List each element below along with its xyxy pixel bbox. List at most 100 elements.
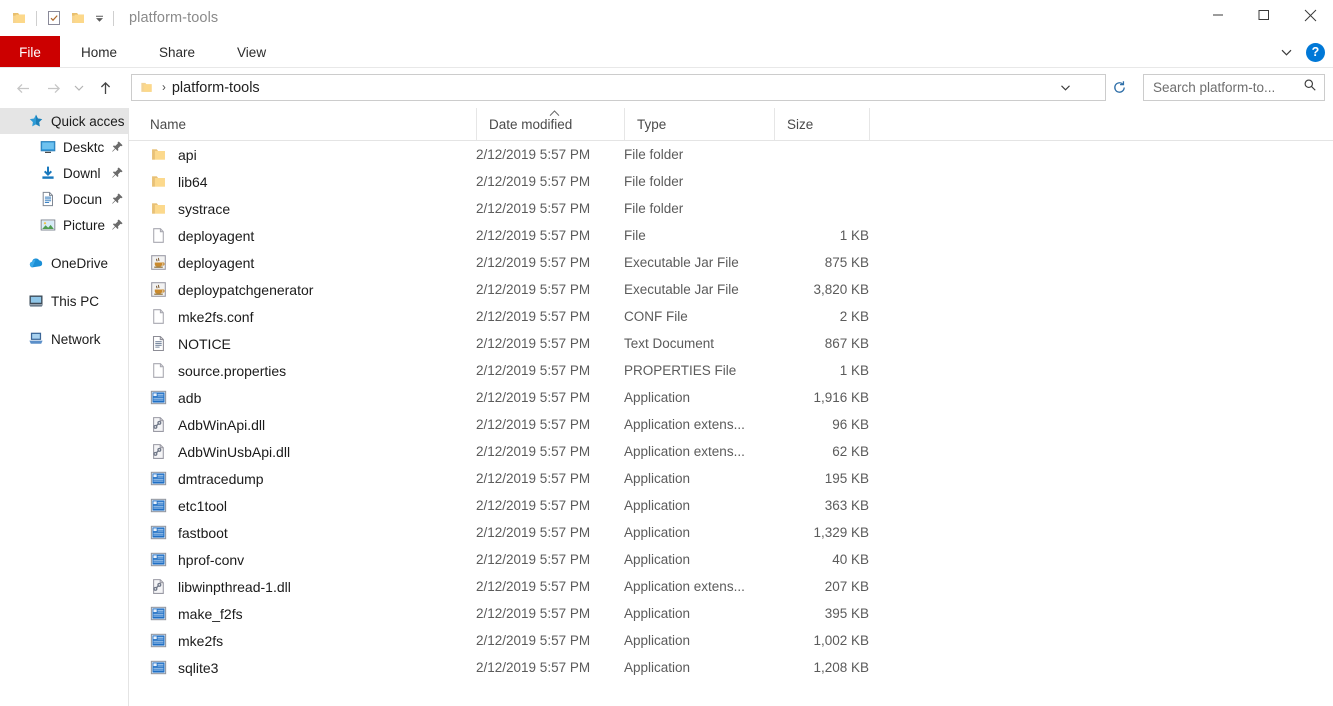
downloads-icon: [40, 165, 56, 181]
cell-name[interactable]: systrace: [150, 200, 230, 217]
table-row[interactable]: AdbWinApi.dll2/12/2019 5:57 PMApplicatio…: [129, 411, 1333, 438]
file-name: etc1tool: [178, 498, 227, 514]
cell-name[interactable]: lib64: [150, 173, 208, 190]
cell-name[interactable]: mke2fs.conf: [150, 308, 253, 325]
customize-chevron-icon[interactable]: [90, 7, 108, 29]
table-row[interactable]: deployagent2/12/2019 5:57 PMFile1 KB: [129, 222, 1333, 249]
sidebar-item-picture[interactable]: Picture: [0, 212, 128, 238]
address-dropdown-icon[interactable]: [1052, 75, 1078, 100]
table-row[interactable]: make_f2fs2/12/2019 5:57 PMApplication395…: [129, 600, 1333, 627]
column-header-type[interactable]: Type: [624, 108, 774, 140]
cell-size: 363 KB: [694, 498, 869, 513]
cell-name[interactable]: AdbWinApi.dll: [150, 416, 265, 433]
cell-name[interactable]: NOTICE: [150, 335, 231, 352]
file-explorer-window: platform-tools File Home Share View ?: [0, 0, 1333, 706]
address-bar[interactable]: › platform-tools: [131, 74, 1106, 101]
pin-icon[interactable]: [111, 166, 124, 184]
cell-name[interactable]: dmtracedump: [150, 470, 264, 487]
table-row[interactable]: sqlite32/12/2019 5:57 PMApplication1,208…: [129, 654, 1333, 681]
maximize-button[interactable]: [1241, 0, 1287, 30]
tab-view[interactable]: View: [216, 36, 287, 68]
table-row[interactable]: AdbWinUsbApi.dll2/12/2019 5:57 PMApplica…: [129, 438, 1333, 465]
sidebar-item-label: Network: [51, 332, 101, 347]
file-name: api: [178, 147, 197, 163]
help-button[interactable]: ?: [1306, 43, 1325, 62]
cell-type: Application: [624, 498, 690, 513]
cell-name[interactable]: etc1tool: [150, 497, 227, 514]
table-row[interactable]: etc1tool2/12/2019 5:57 PMApplication363 …: [129, 492, 1333, 519]
table-row[interactable]: adb2/12/2019 5:57 PMApplication1,916 KB: [129, 384, 1333, 411]
tab-home[interactable]: Home: [60, 36, 138, 68]
cell-name[interactable]: mke2fs: [150, 632, 223, 649]
cell-date-modified: 2/12/2019 5:57 PM: [476, 363, 590, 378]
up-button[interactable]: [90, 73, 120, 103]
cell-name[interactable]: adb: [150, 389, 201, 406]
table-row[interactable]: deployagent2/12/2019 5:57 PMExecutable J…: [129, 249, 1333, 276]
minimize-button[interactable]: [1195, 0, 1241, 30]
table-row[interactable]: source.properties2/12/2019 5:57 PMPROPER…: [129, 357, 1333, 384]
cell-name[interactable]: libwinpthread-1.dll: [150, 578, 291, 595]
cell-date-modified: 2/12/2019 5:57 PM: [476, 282, 590, 297]
file-name: systrace: [178, 201, 230, 217]
forward-button[interactable]: [38, 73, 68, 103]
table-row[interactable]: libwinpthread-1.dll2/12/2019 5:57 PMAppl…: [129, 573, 1333, 600]
table-row[interactable]: dmtracedump2/12/2019 5:57 PMApplication1…: [129, 465, 1333, 492]
sidebar-item-onedrive[interactable]: OneDrive: [0, 250, 128, 276]
cell-date-modified: 2/12/2019 5:57 PM: [476, 390, 590, 405]
file-name: lib64: [178, 174, 208, 190]
sidebar-item-docun[interactable]: Docun: [0, 186, 128, 212]
sidebar-item-quick-acces[interactable]: Quick acces: [0, 108, 128, 134]
column-header-size[interactable]: Size: [774, 108, 869, 140]
close-button[interactable]: [1287, 0, 1333, 30]
cell-name[interactable]: deployagent: [150, 227, 254, 244]
application-icon: [150, 497, 167, 514]
column-header-date-modified[interactable]: Date modified: [476, 108, 624, 140]
sidebar-item-network[interactable]: Network: [0, 326, 128, 352]
cell-name[interactable]: make_f2fs: [150, 605, 243, 622]
folder-icon[interactable]: [7, 6, 31, 30]
thispc-icon: [28, 293, 44, 309]
sidebar-item-this-pc[interactable]: This PC: [0, 288, 128, 314]
cell-type: Application: [624, 606, 690, 621]
table-row[interactable]: NOTICE2/12/2019 5:57 PMText Document867 …: [129, 330, 1333, 357]
table-row[interactable]: mke2fs.conf2/12/2019 5:57 PMCONF File2 K…: [129, 303, 1333, 330]
pin-icon[interactable]: [111, 218, 124, 236]
cell-name[interactable]: hprof-conv: [150, 551, 244, 568]
cell-name[interactable]: deployagent: [150, 254, 254, 271]
pin-icon[interactable]: [111, 140, 124, 158]
breadcrumb-separator[interactable]: ›: [162, 82, 166, 94]
cell-name[interactable]: api: [150, 146, 197, 163]
table-row[interactable]: lib642/12/2019 5:57 PMFile folder: [129, 168, 1333, 195]
cell-name[interactable]: AdbWinUsbApi.dll: [150, 443, 290, 460]
table-row[interactable]: hprof-conv2/12/2019 5:57 PMApplication40…: [129, 546, 1333, 573]
table-row[interactable]: deploypatchgenerator2/12/2019 5:57 PMExe…: [129, 276, 1333, 303]
sidebar-item-downl[interactable]: Downl: [0, 160, 128, 186]
back-button[interactable]: [8, 73, 38, 103]
table-row[interactable]: systrace2/12/2019 5:57 PMFile folder: [129, 195, 1333, 222]
properties-icon[interactable]: [42, 6, 66, 30]
cell-date-modified: 2/12/2019 5:57 PM: [476, 201, 590, 216]
cell-name[interactable]: sqlite3: [150, 659, 218, 676]
new-folder-icon[interactable]: [66, 6, 90, 30]
ribbon-collapse-chevron-icon[interactable]: [1276, 42, 1296, 62]
file-name: sqlite3: [178, 660, 218, 676]
search-box[interactable]: Search platform-to...: [1143, 74, 1325, 101]
breadcrumb-path[interactable]: platform-tools: [172, 80, 260, 96]
recent-locations-chevron-icon[interactable]: [68, 73, 90, 103]
refresh-button[interactable]: [1106, 74, 1133, 101]
search-icon[interactable]: [1303, 78, 1317, 97]
tab-file[interactable]: File: [0, 36, 60, 68]
table-row[interactable]: api2/12/2019 5:57 PMFile folder: [129, 141, 1333, 168]
file-name: NOTICE: [178, 336, 231, 352]
sidebar-item-desktc[interactable]: Desktc: [0, 134, 128, 160]
search-input[interactable]: Search platform-to...: [1153, 80, 1303, 95]
cell-name[interactable]: deploypatchgenerator: [150, 281, 313, 298]
column-header-name[interactable]: Name: [129, 108, 476, 140]
cell-size: 867 KB: [694, 336, 869, 351]
tab-share[interactable]: Share: [138, 36, 216, 68]
table-row[interactable]: mke2fs2/12/2019 5:57 PMApplication1,002 …: [129, 627, 1333, 654]
cell-name[interactable]: source.properties: [150, 362, 286, 379]
cell-name[interactable]: fastboot: [150, 524, 228, 541]
table-row[interactable]: fastboot2/12/2019 5:57 PMApplication1,32…: [129, 519, 1333, 546]
pin-icon[interactable]: [111, 192, 124, 210]
